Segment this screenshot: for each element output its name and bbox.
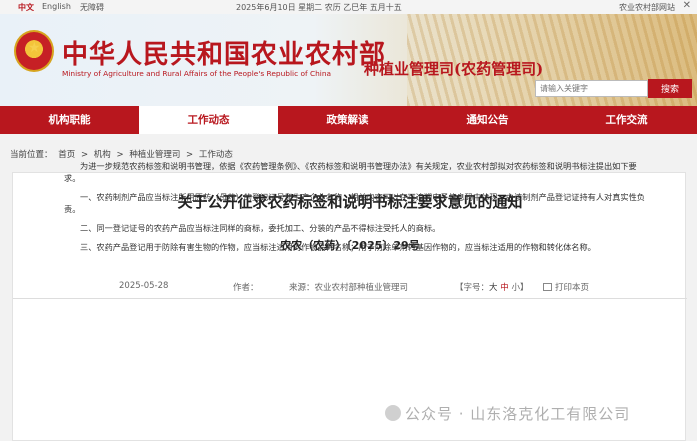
breadcrumb-home[interactable]: 首页 — [58, 150, 75, 160]
breadcrumb-separator: > — [186, 150, 194, 160]
article-paragraph: 为进一步规范农药标签和说明书管理，依据《农药管理条例》、《农药标签和说明书管理办… — [64, 161, 637, 183]
article-body: 为进一步规范农药标签和说明书管理，依据《农药管理条例》、《农药标签和说明书管理办… — [64, 160, 646, 260]
wechat-icon — [385, 405, 401, 421]
lang-english-link[interactable]: English — [42, 2, 71, 11]
department-name: 种植业管理司(农药管理司) — [364, 60, 544, 78]
breadcrumb-separator: > — [116, 150, 124, 160]
author-label: 作者： — [233, 283, 259, 293]
font-size-close: 】 — [519, 283, 529, 293]
ministry-title-cn[interactable]: 中华人民共和国农业农村部 — [62, 34, 386, 71]
source-label: 来源： — [289, 283, 315, 293]
font-size-control: 【字号：大 中 小】 — [455, 281, 528, 293]
search-button[interactable]: 搜索 — [648, 79, 692, 98]
ministry-title-en: Ministry of Agriculture and Rural Affair… — [62, 69, 332, 78]
print-icon — [543, 283, 552, 291]
accessibility-link[interactable]: 无障碍 — [80, 2, 104, 13]
article-paragraph: 一、农药制剂产品应当标注所用原药（母药）的登记证号和生产企业名称，相关内容可以在… — [64, 192, 645, 214]
main-nav: 机构职能 工作动态 政策解读 通知公告 工作交流 — [0, 106, 697, 134]
nav-item-work-news[interactable]: 工作动态 — [139, 106, 278, 134]
breadcrumb-prefix: 当前位置： — [10, 150, 53, 160]
article-meta: 2025-05-28 作者： 来源：农业农村部种植业管理司 【字号：大 中 小】… — [13, 277, 687, 299]
current-date: 2025年6月10日 星期二 农历 乙巳年 五月十五 — [236, 3, 402, 12]
font-size-label: 【字号： — [455, 283, 490, 293]
source-info: 来源：农业农村部种植业管理司 — [289, 281, 408, 293]
font-size-small[interactable]: 小 — [511, 283, 520, 293]
breadcrumb-department[interactable]: 种植业管理司 — [129, 150, 180, 160]
watermark-text: 公众号 · 山东洛克化工有限公司 — [405, 405, 631, 423]
publish-date: 2025-05-28 — [119, 281, 169, 291]
breadcrumb: 当前位置： 首页 > 机构 > 种植业管理司 > 工作动态 — [10, 148, 236, 160]
font-size-medium[interactable]: 中 — [500, 283, 509, 293]
print-page-link[interactable]: 打印本页 — [543, 281, 589, 293]
breadcrumb-institution[interactable]: 机构 — [94, 150, 111, 160]
breadcrumb-current[interactable]: 工作动态 — [199, 150, 233, 160]
nav-item-institution[interactable]: 机构职能 — [0, 106, 139, 134]
source-value: 农业农村部种植业管理司 — [314, 283, 409, 293]
font-size-large[interactable]: 大 — [489, 283, 498, 293]
header-banner: ★ 中华人民共和国农业农村部 Ministry of Agriculture a… — [0, 14, 697, 106]
nav-item-policy[interactable]: 政策解读 — [278, 106, 417, 134]
close-icon[interactable]: ✕ — [683, 0, 691, 11]
nav-item-exchange[interactable]: 工作交流 — [557, 106, 696, 134]
nav-item-notices[interactable]: 通知公告 — [418, 106, 557, 134]
top-utility-bar: 中文 English 无障碍 2025年6月10日 星期二 农历 乙巳年 五月十… — [0, 0, 697, 14]
article-paragraph: 三、农药产品登记用于防除有害生物的作物，应当标注适用的作物品种名称；用于防除单剂… — [80, 242, 596, 252]
print-label: 打印本页 — [555, 283, 590, 293]
article-paragraph: 二、同一登记证号的农药产品应当标注同样的商标，委托加工、分装的产品不得标注受托人… — [80, 223, 441, 233]
breadcrumb-separator: > — [80, 150, 89, 160]
lang-chinese-link[interactable]: 中文 — [18, 2, 34, 13]
ministry-site-link[interactable]: 农业农村部网站 — [619, 2, 675, 13]
national-emblem-icon: ★ — [14, 30, 54, 72]
search-input[interactable] — [535, 80, 648, 97]
watermark: 公众号 · 山东洛克化工有限公司 — [385, 403, 630, 424]
